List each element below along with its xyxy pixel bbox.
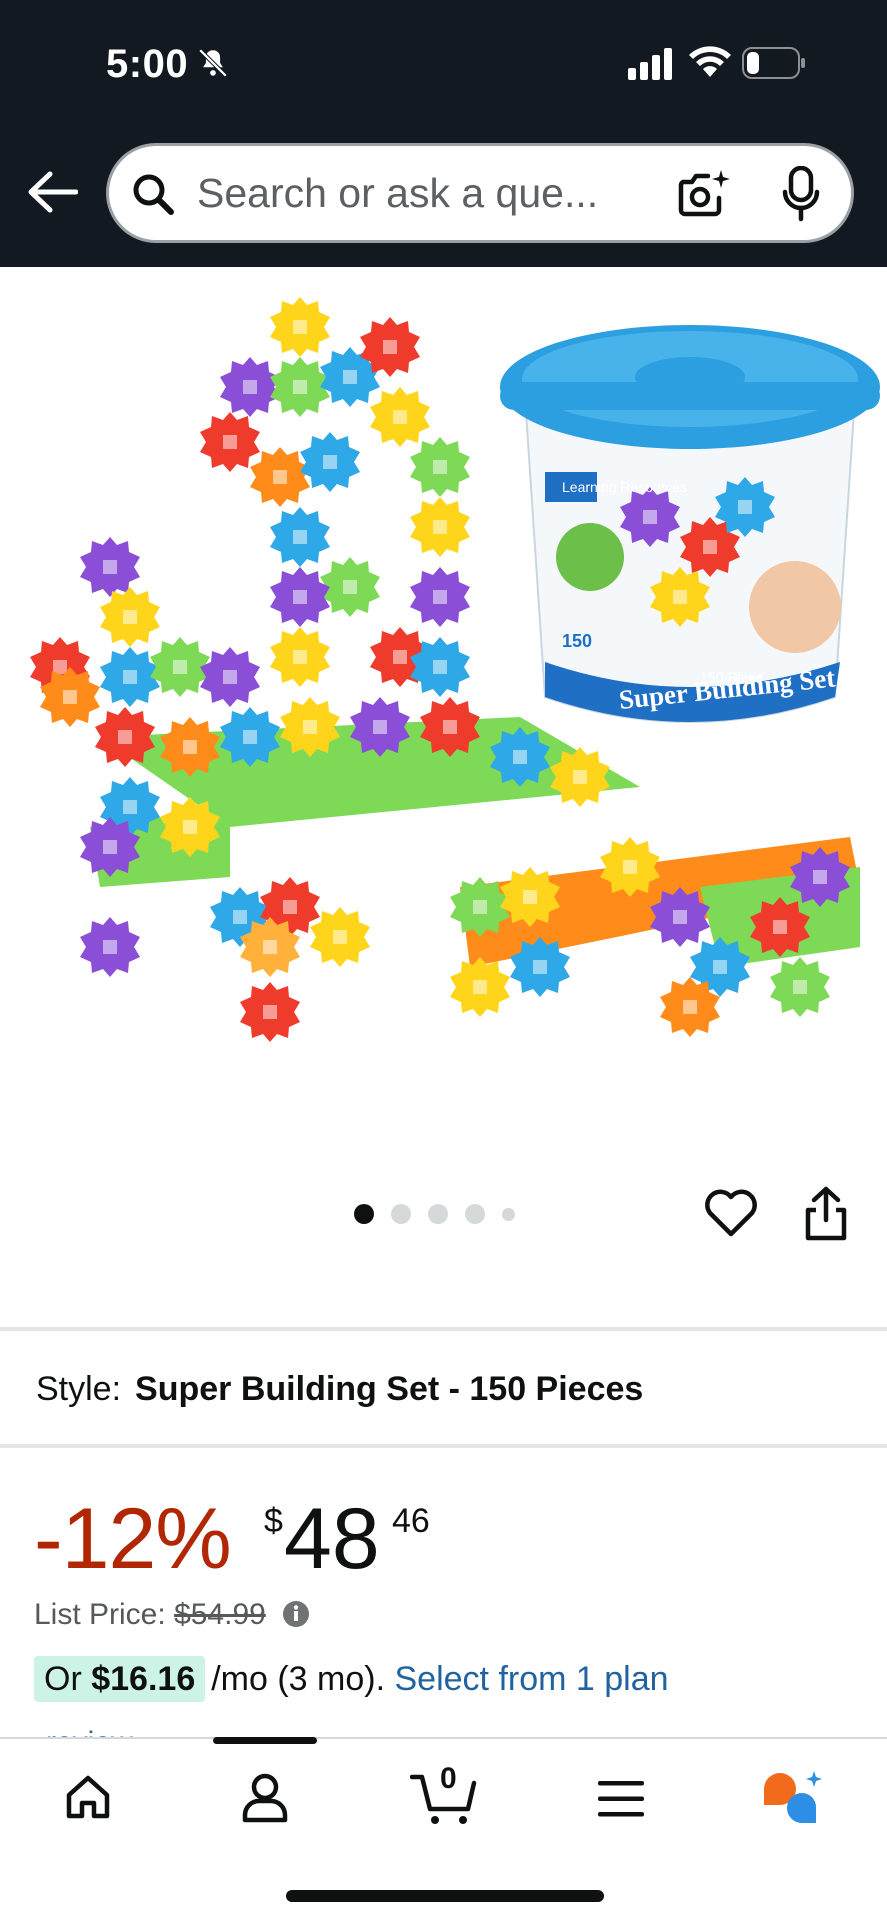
style-value: Super Building Set - 150 Pieces bbox=[135, 1370, 644, 1408]
list-price: List Price: $54.99 bbox=[34, 1598, 310, 1632]
share-icon[interactable] bbox=[802, 1186, 850, 1242]
list-price-label: List Price: bbox=[34, 1598, 166, 1631]
search-icon bbox=[133, 174, 174, 215]
search-input[interactable]: Search or ask a que... bbox=[197, 170, 598, 217]
carousel-dot[interactable] bbox=[354, 1204, 374, 1224]
back-arrow-icon[interactable] bbox=[26, 170, 78, 214]
bell-off-icon bbox=[198, 48, 228, 78]
top-header: 5:00 Search or ask a que... bbox=[0, 0, 887, 267]
info-icon[interactable] bbox=[282, 1600, 310, 1628]
product-bucket: Learning Resources 150 150-Piece Super B… bbox=[500, 325, 880, 723]
wifi-icon bbox=[689, 46, 731, 77]
carousel-dots[interactable] bbox=[354, 1204, 515, 1224]
product-image[interactable]: Learning Resources 150 150-Piece Super B… bbox=[0, 267, 887, 1147]
style-selector[interactable]: Style: Super Building Set - 150 Pieces bbox=[36, 1370, 643, 1409]
discount-percent: -12% bbox=[34, 1491, 232, 1587]
search-bar[interactable]: Search or ask a que... bbox=[106, 143, 854, 243]
home-indicator bbox=[286, 1890, 604, 1902]
price-whole: 48 bbox=[284, 1491, 380, 1587]
rufus-assistant-icon[interactable] bbox=[762, 1771, 824, 1825]
box-count-text: 150 bbox=[562, 631, 592, 651]
carousel-dot[interactable] bbox=[465, 1204, 485, 1224]
home-icon[interactable] bbox=[64, 1773, 112, 1821]
list-price-value: $54.99 bbox=[174, 1598, 266, 1631]
style-label: Style: bbox=[36, 1370, 122, 1408]
section-divider bbox=[0, 1444, 887, 1448]
cellular-signal-icon bbox=[628, 48, 672, 80]
carousel-dot[interactable] bbox=[428, 1204, 448, 1224]
plan-chip: Or $16.16 bbox=[34, 1656, 206, 1702]
plan-monthly-amount: $16.16 bbox=[91, 1660, 196, 1698]
active-tab-indicator bbox=[213, 1737, 317, 1744]
menu-icon[interactable] bbox=[598, 1781, 644, 1817]
microphone-icon[interactable] bbox=[781, 166, 821, 222]
camera-lens-icon[interactable] bbox=[677, 168, 731, 220]
plan-or: Or bbox=[44, 1660, 82, 1698]
heart-icon[interactable] bbox=[704, 1188, 758, 1238]
carousel-dot[interactable] bbox=[502, 1207, 515, 1221]
status-time: 5:00 bbox=[106, 42, 189, 86]
carousel-dot[interactable] bbox=[391, 1204, 411, 1224]
cart-count: 0 bbox=[440, 1762, 457, 1795]
battery-icon bbox=[742, 47, 805, 79]
select-plan-link[interactable]: Select from 1 plan bbox=[395, 1660, 669, 1698]
installment-plan: Or $16.16/mo (3 mo). Select from 1 plan bbox=[34, 1656, 669, 1702]
price-currency: $ bbox=[264, 1502, 283, 1540]
account-icon[interactable] bbox=[242, 1773, 288, 1823]
box-brand-text: Learning Resources bbox=[562, 479, 687, 495]
plan-term: /mo (3 mo). bbox=[211, 1660, 386, 1698]
section-divider bbox=[0, 1327, 887, 1331]
price-fraction: 46 bbox=[392, 1502, 430, 1540]
